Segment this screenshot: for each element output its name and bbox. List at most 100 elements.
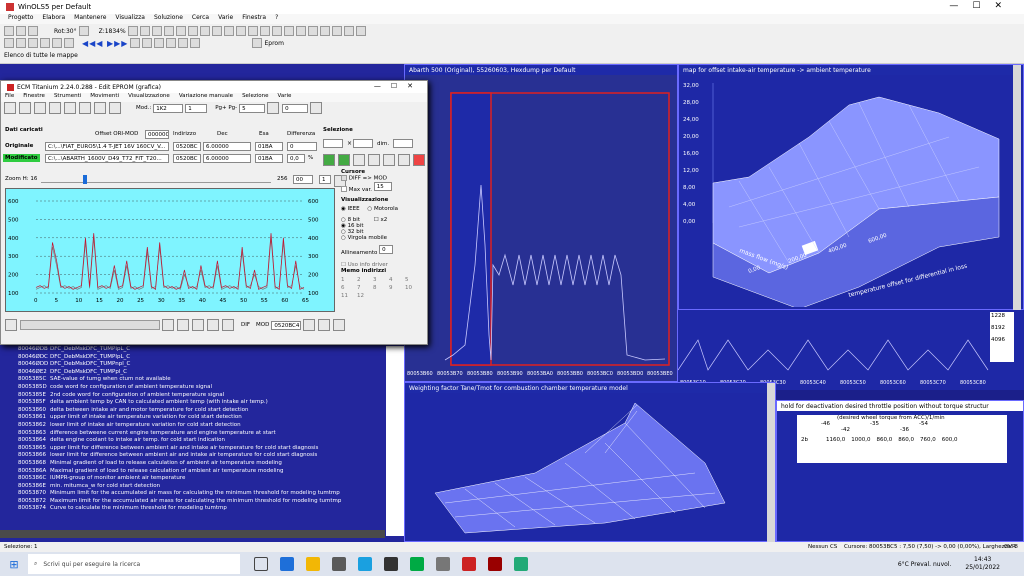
- wave-icon[interactable]: [154, 38, 165, 48]
- minus-icon[interactable]: [283, 26, 294, 36]
- explorer-icon[interactable]: [306, 557, 320, 571]
- ecm-menu-file[interactable]: File: [5, 93, 14, 102]
- window-controls[interactable]: —☐✕: [949, 1, 1016, 11]
- map-view-icon[interactable]: [79, 102, 91, 114]
- scroll-left-icon[interactable]: [5, 319, 17, 331]
- grid-icon[interactable]: [139, 26, 150, 36]
- list-item[interactable]: 8005386A Maximal gradient of load to rele…: [6, 468, 386, 476]
- zoom-slider-track[interactable]: [41, 175, 271, 184]
- menu-elabora[interactable]: Elabora: [42, 14, 65, 24]
- list-scrollbar[interactable]: [386, 346, 404, 536]
- original-diff-field[interactable]: 0: [287, 142, 317, 151]
- mod-button[interactable]: MOD: [256, 322, 269, 328]
- edge-icon[interactable]: [280, 557, 294, 571]
- ecm-menu-variazione[interactable]: Variazione manuale: [179, 93, 233, 102]
- weather-widget[interactable]: 6°C Preval. nuvol.: [898, 561, 952, 568]
- key-icon[interactable]: [343, 26, 354, 36]
- list-item[interactable]: 8005386C IUMPR-group of monitor ambient a…: [6, 475, 386, 483]
- x-icon[interactable]: [319, 26, 330, 36]
- nav-first-icon[interactable]: [177, 319, 189, 331]
- menu-progetto[interactable]: Progetto: [8, 14, 33, 24]
- hex-icon[interactable]: [187, 26, 198, 36]
- apply-icon[interactable]: [310, 102, 323, 114]
- offset-field[interactable]: 000000: [145, 130, 169, 139]
- multiply-icon[interactable]: [307, 26, 318, 36]
- ecm-window-controls[interactable]: —☐✕: [374, 82, 423, 90]
- select-paste-icon[interactable]: [398, 154, 410, 166]
- memo-slot[interactable]: 1: [341, 277, 355, 283]
- memo-slot[interactable]: 8: [373, 285, 387, 291]
- list-item[interactable]: 8005385F delta ambient temp by CAN to cal…: [6, 399, 386, 407]
- lock-icon[interactable]: [355, 26, 366, 36]
- list-item[interactable]: 80053863 difference betweene current engi…: [6, 430, 386, 438]
- zoom-field[interactable]: 00: [293, 175, 313, 184]
- start-icon[interactable]: ⊞: [0, 558, 28, 571]
- ecm-graph[interactable]: 600 500 400 300 200 100 600 500 400 300 200 100 0 5 10…: [6, 189, 334, 311]
- chart-icon[interactable]: [151, 26, 162, 36]
- hex-view-icon[interactable]: [49, 102, 61, 114]
- original-esa-field[interactable]: 01BA: [255, 142, 283, 151]
- zoom-readout[interactable]: Z:1834%: [99, 28, 126, 35]
- map3d-top-chart[interactable]: 32,00 28,00 24,00 20,00 16,00 12,00 8,00 4,00 0,…: [679, 77, 1021, 307]
- save-file-icon[interactable]: [19, 102, 31, 114]
- compare-icon[interactable]: [190, 38, 201, 48]
- rotation-readout[interactable]: Rot:30°: [54, 28, 77, 35]
- list-item[interactable]: 80053866 lower limit for difference betwe…: [6, 452, 386, 460]
- list-item[interactable]: 80053861 upper limit of intake air temper…: [6, 414, 386, 422]
- list-item[interactable]: 80046ØDD DFC_DebMskDFC_TUMPnpl_C: [6, 361, 386, 369]
- nav-prev-icon[interactable]: [192, 319, 204, 331]
- x2-checkbox[interactable]: ☐ x2: [374, 217, 387, 223]
- ecm-menu-varie[interactable]: Varie: [278, 93, 292, 102]
- map3d-bottom-scrollbar[interactable]: [767, 383, 775, 543]
- plus-icon[interactable]: [271, 26, 282, 36]
- mark-icon[interactable]: [52, 38, 62, 48]
- list-item[interactable]: 80046ØDB DFC_DebMskDFC_TUMPIpL_C: [6, 346, 386, 354]
- memo-slot[interactable]: 4: [389, 277, 403, 283]
- select-copy-icon[interactable]: [383, 154, 395, 166]
- selection-to-field[interactable]: [353, 139, 373, 148]
- table-cell[interactable]: 1000,0: [851, 437, 870, 443]
- eprom-label[interactable]: Eprom: [264, 40, 283, 47]
- zoom-step[interactable]: 1: [319, 175, 331, 184]
- list-item[interactable]: 80053874 Curve to calculate the minimum t…: [6, 505, 386, 513]
- sort-icon[interactable]: [64, 38, 74, 48]
- selection-box-inner[interactable]: [450, 92, 492, 366]
- table-cell[interactable]: 860,0: [898, 437, 914, 443]
- table-cell[interactable]: 600,0: [942, 437, 958, 443]
- ecm-titanium-icon[interactable]: [488, 557, 502, 571]
- close-graph-icon[interactable]: [333, 319, 346, 331]
- table-icon[interactable]: [163, 26, 174, 36]
- 3d-icon[interactable]: [211, 26, 222, 36]
- hex-strip-graph[interactable]: 80053C1080053C2080053C3080053C4080053C50…: [677, 310, 1024, 390]
- memo-slot[interactable]: 5: [405, 277, 419, 283]
- skype-icon[interactable]: [358, 557, 372, 571]
- new-icon[interactable]: [4, 26, 14, 36]
- print-icon[interactable]: [94, 102, 106, 114]
- navigation-arrows-icon[interactable]: ◀◀◀ ▶▶▶: [82, 39, 128, 48]
- graph-icon[interactable]: [34, 102, 46, 114]
- select-start-icon[interactable]: [323, 154, 335, 166]
- list-item[interactable]: 8005385D code word for configuration of a…: [6, 384, 386, 392]
- ecm-menu-movimenti[interactable]: Movimenti: [90, 93, 119, 102]
- checksum-icon[interactable]: [178, 38, 189, 48]
- list-item[interactable]: 80053862 lower limit of intake air temper…: [6, 422, 386, 430]
- page-arrow-icon[interactable]: [267, 102, 280, 114]
- list-item[interactable]: 80053872 Maximum limit for the accumulate…: [6, 498, 386, 506]
- mod-step-input[interactable]: 1: [185, 103, 208, 113]
- max-var-field[interactable]: 15: [373, 181, 392, 191]
- select-all-icon[interactable]: [368, 154, 380, 166]
- zoom-icon[interactable]: [127, 26, 138, 36]
- ecm-menu-visualizzazione[interactable]: Visualizzazione: [128, 93, 170, 102]
- memo-slot[interactable]: 7: [357, 285, 371, 291]
- zoom-slider-thumb[interactable]: [83, 175, 87, 184]
- open-file-icon[interactable]: [4, 102, 16, 114]
- taskbar-search[interactable]: ⌕ Scrivi qui per eseguire la ricerca: [28, 554, 240, 574]
- list-item[interactable]: 8005385C SAE-value of tumg when ctum not …: [6, 376, 386, 384]
- ecm-menu-finestre[interactable]: Finestre: [23, 93, 45, 102]
- motorola-radio[interactable]: ○ Motorola: [367, 206, 398, 212]
- help-icon[interactable]: [109, 102, 121, 114]
- app-icon-3[interactable]: [436, 557, 450, 571]
- table-cell[interactable]: 860,0: [877, 437, 893, 443]
- rotate-icon[interactable]: [78, 26, 89, 36]
- list-item[interactable]: 80053870 Minimum limit for the accumulate…: [6, 490, 386, 498]
